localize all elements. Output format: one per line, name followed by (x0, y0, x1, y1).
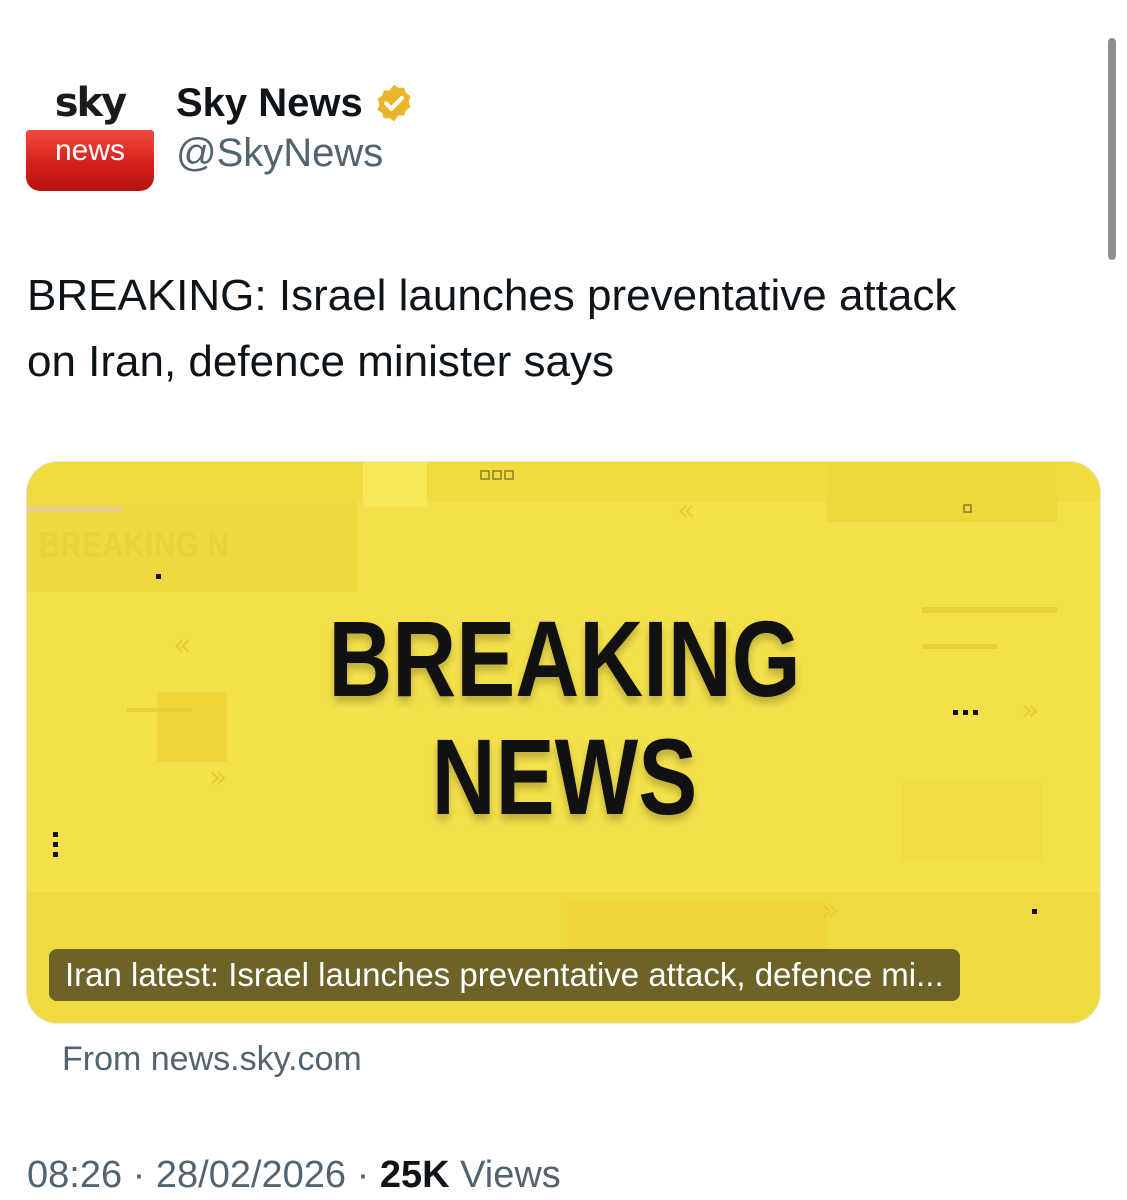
tweet-date[interactable]: 28/02/2026 (156, 1154, 346, 1196)
tweet-text: BREAKING: Israel launches preventative a… (27, 263, 1087, 395)
author-display-name[interactable]: Sky News (176, 78, 363, 128)
views-count: 25K (379, 1154, 450, 1196)
card-headline-line-2: NEWS (431, 716, 698, 837)
meta-separator: · (132, 1154, 146, 1196)
decor-dots-vertical (53, 832, 59, 862)
avatar[interactable]: sky news (26, 76, 154, 191)
author-handle[interactable]: @SkyNews (176, 128, 383, 178)
card-background-label: BREAKING N (39, 524, 230, 565)
decor-dot (1032, 909, 1037, 914)
scrollbar[interactable] (1108, 38, 1116, 260)
card-title[interactable]: Iran latest: Israel launches preventativ… (49, 949, 960, 1001)
avatar-news-word: news (54, 134, 126, 167)
tweet-meta: 08:26 · 28/02/2026 · 25K Views (27, 1150, 561, 1200)
decor-dot (156, 574, 161, 579)
verified-badge-icon (373, 82, 415, 124)
views-label: Views (460, 1154, 561, 1196)
link-card[interactable]: « « » » » BREAKING N BREAKING NEWS Iran … (26, 461, 1101, 1024)
tweet-time[interactable]: 08:26 (27, 1154, 122, 1196)
card-source[interactable]: From news.sky.com (62, 1036, 362, 1082)
svg-text:«: « (677, 493, 695, 528)
author-name-row: Sky News (176, 78, 415, 128)
avatar-news-pill: news (26, 130, 154, 191)
tweet-text-line-1: BREAKING: Israel launches preventative a… (27, 271, 957, 320)
avatar-sky-word: sky (54, 80, 127, 126)
card-headline-line-1: BREAKING (328, 598, 801, 719)
tweet-text-line-2: on Iran, defence minister says (27, 337, 614, 386)
card-headline: BREAKING NEWS (27, 598, 1100, 837)
meta-separator: · (356, 1154, 370, 1196)
svg-text:»: » (821, 893, 839, 928)
